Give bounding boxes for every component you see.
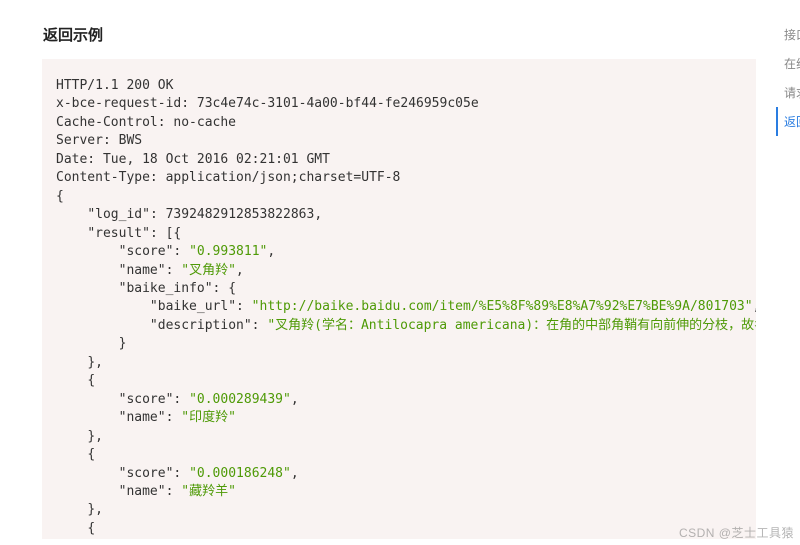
json-key-baike-0: "baike_info"	[119, 281, 213, 296]
json-val-name-1: "印度羚"	[181, 410, 236, 425]
sidebar-item-3[interactable]: 返回	[776, 107, 800, 136]
json-key-score-2: "score"	[119, 466, 174, 481]
json-item-open-2: {	[87, 373, 95, 388]
http-status-line: HTTP/1.1 200 OK	[56, 78, 173, 93]
watermark: CSDN @芝士工具猿	[679, 524, 794, 541]
header-content-type: Content-Type: application/json;charset=U…	[56, 170, 400, 185]
json-val-score-0: "0.993811"	[189, 244, 267, 259]
sidebar-item-0[interactable]: 接口	[776, 20, 800, 49]
json-key-result: "result"	[87, 226, 150, 241]
json-key-score-0: "score"	[119, 244, 174, 259]
right-sidebar-nav: 接口 在线 请求 返回	[776, 20, 800, 136]
json-val-score-1: "0.000289439"	[189, 392, 291, 407]
json-result-open: [{	[166, 226, 182, 241]
json-item-open-4: {	[87, 521, 95, 536]
tabs-placeholder	[47, 0, 467, 10]
json-item-close-3: },	[87, 502, 103, 517]
json-key-desc-0: "description"	[150, 318, 252, 333]
header-request-id: x-bce-request-id: 73c4e74c-3101-4a00-bf4…	[56, 96, 479, 111]
sidebar-item-1[interactable]: 在线	[776, 49, 800, 78]
header-server: Server: BWS	[56, 133, 142, 148]
json-item-open-3: {	[87, 447, 95, 462]
json-val-score-2: "0.000186248"	[189, 466, 291, 481]
json-item-close-2: },	[87, 429, 103, 444]
json-key-score-1: "score"	[119, 392, 174, 407]
header-date: Date: Tue, 18 Oct 2016 02:21:01 GMT	[56, 152, 330, 167]
json-val-log-id: 7392482912853822863	[166, 207, 315, 222]
json-key-burl-0: "baike_url"	[150, 299, 236, 314]
json-open-brace: {	[56, 189, 64, 204]
json-baike-open-0: {	[228, 281, 236, 296]
json-key-name-1: "name"	[119, 410, 166, 425]
json-item-close-1: },	[87, 355, 103, 370]
header-cache-control: Cache-Control: no-cache	[56, 115, 236, 130]
json-val-burl-0: "http://baike.baidu.com/item/%E5%8F%89%E…	[252, 299, 753, 314]
json-val-desc-0: "叉角羚(学名：Antilocapra americana)：在角的中部角鞘有向…	[267, 318, 756, 333]
json-key-name-2: "name"	[119, 484, 166, 499]
json-val-name-2: "藏羚羊"	[181, 484, 236, 499]
section-title: 返回示例	[43, 24, 760, 45]
json-val-name-0: "叉角羚"	[181, 263, 236, 278]
json-key-log-id: "log_id"	[87, 207, 150, 222]
main-content: 返回示例 HTTP/1.1 200 OK x-bce-request-id: 7…	[0, 0, 760, 539]
json-key-name-0: "name"	[119, 263, 166, 278]
response-code-block: HTTP/1.1 200 OK x-bce-request-id: 73c4e7…	[42, 59, 756, 539]
sidebar-item-2[interactable]: 请求	[776, 78, 800, 107]
json-baike-close-0: }	[119, 336, 127, 351]
